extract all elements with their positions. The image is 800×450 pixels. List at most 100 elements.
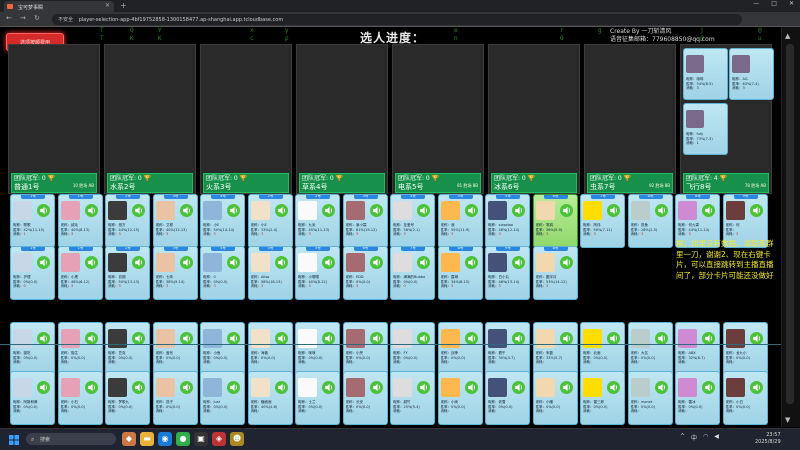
reload-icon[interactable]: ↻ bbox=[34, 14, 40, 22]
team-slot[interactable] bbox=[392, 44, 484, 194]
player-card[interactable]: 昵称：Just 胜率：0%(0-0) 消耗： bbox=[200, 371, 245, 425]
maximize-icon[interactable]: □ bbox=[771, 0, 777, 7]
player-card[interactable]: 7号 昵称：满满的Bubbo 胜率：0%(0-0) 消耗：0 bbox=[390, 246, 435, 300]
player-card[interactable]: 昵称：小雨 胜率：0%(0-0) 消耗： bbox=[437, 371, 483, 425]
speaker-icon[interactable] bbox=[749, 204, 763, 217]
player-card[interactable]: 7号 昵称：阿伟 胜率：50%(7-11) 消耗：3 bbox=[580, 194, 625, 248]
speaker-icon[interactable] bbox=[559, 256, 573, 269]
player-card[interactable]: 1号 昵称：护理 胜率：0%(0-0) 消耗：0 bbox=[10, 246, 55, 300]
speaker-icon[interactable] bbox=[274, 256, 288, 269]
player-card[interactable]: 3号 昵称：七砖 胜率：38%(9-14) 消耗：3 bbox=[152, 246, 198, 300]
url-field[interactable]: 不安全 player-selection-app-4bf19752858-130… bbox=[52, 14, 742, 25]
player-card[interactable]: 昵称：猫生 胜率：0%(0-0) 消耗： bbox=[57, 322, 103, 376]
speaker-icon[interactable] bbox=[417, 204, 430, 217]
player-card[interactable]: 昵称：盖布 胜率：0%(0-0) 消耗： bbox=[152, 322, 198, 376]
app-icon[interactable]: ◆ bbox=[122, 432, 136, 446]
app-icon[interactable]: ▣ bbox=[194, 432, 208, 446]
speaker-icon[interactable] bbox=[607, 204, 620, 217]
player-card[interactable]: 6号 昵称：笔鸦 胜率：36%(5-9) 消耗：3 bbox=[532, 194, 578, 248]
minimize-icon[interactable]: — bbox=[753, 0, 759, 7]
speaker-icon[interactable] bbox=[132, 204, 145, 217]
app-icon[interactable]: ☻ bbox=[230, 432, 244, 446]
speaker-icon[interactable] bbox=[654, 381, 668, 394]
player-card[interactable]: 5号 昵称：Alisa 胜率：58%(18-13) 消耗：3 bbox=[247, 246, 293, 300]
player-card[interactable]: 6号 昵称：EDD 胜率：0%(0-0) 消耗：3 bbox=[342, 246, 388, 300]
player-card[interactable]: 1号 昵称：小黑 胜率：46%(6-12) 消耗：3 bbox=[57, 246, 103, 300]
wechat-icon[interactable]: ● bbox=[176, 432, 190, 446]
speaker-icon[interactable] bbox=[274, 381, 288, 394]
browser-tab[interactable]: 宝可梦事瞬 ✕ bbox=[4, 1, 114, 12]
player-card[interactable]: 昵称：越竹 胜率：25%(5-4) 消耗： bbox=[390, 371, 435, 425]
speaker-icon[interactable] bbox=[369, 381, 383, 394]
speaker-icon[interactable] bbox=[84, 204, 98, 217]
app-icon[interactable]: ◈ bbox=[212, 432, 226, 446]
speaker-icon[interactable] bbox=[274, 204, 288, 217]
player-card[interactable]: 2号 昵称：悠方 胜率：44%(12-15) 消耗：3 bbox=[105, 194, 150, 248]
speaker-icon[interactable] bbox=[179, 381, 193, 394]
speaker-icon[interactable] bbox=[37, 381, 50, 394]
player-card[interactable]: 8号 昵称：孤鱼 胜率：28%(2-5) 消耗：3 bbox=[627, 194, 673, 248]
speaker-icon[interactable] bbox=[179, 256, 193, 269]
player-card[interactable]: 8号 昵称：圆半月 胜率：53%(14-12) 消耗：3 bbox=[532, 246, 578, 300]
speaker-icon[interactable] bbox=[702, 381, 715, 394]
player-card[interactable]: 昵称：阿斯和甫 胜率：0%(0-0) 消耗： bbox=[10, 371, 55, 425]
player-card[interactable]: 昵称：FY 胜率：0%(0-0) 消耗： bbox=[390, 322, 435, 376]
speaker-icon[interactable] bbox=[84, 256, 98, 269]
speaker-icon[interactable] bbox=[559, 381, 573, 394]
speaker-icon[interactable] bbox=[464, 381, 478, 394]
player-card[interactable]: 5号 昵称：小嘤嘤 胜率：40%(8-12) 消耗：3 bbox=[295, 246, 340, 300]
speaker-icon[interactable] bbox=[132, 381, 145, 394]
player-card[interactable]: 4号 昵称：至爱号 胜率：56%(2-1) 消耗：3 bbox=[390, 194, 435, 248]
speaker-icon[interactable] bbox=[512, 256, 525, 269]
speaker-icon[interactable] bbox=[512, 204, 525, 217]
speaker-icon[interactable] bbox=[702, 204, 715, 217]
player-card[interactable]: 昵称：大名 胜率：0%(0-0) 消耗： bbox=[627, 322, 673, 376]
speaker-icon[interactable] bbox=[559, 204, 573, 217]
speaker-icon[interactable] bbox=[37, 204, 50, 217]
player-card[interactable]: 昵称：AG 胜率：63%(7-4) 消耗：3 bbox=[729, 48, 774, 100]
scroll-up-icon[interactable]: ▲ bbox=[785, 32, 790, 40]
player-card[interactable]: 昵称：雷三郎 胜率：0%(0-0) 消耗： bbox=[580, 371, 625, 425]
player-card[interactable]: 昵称：龙九小 胜率：0%(0-0) 消耗： bbox=[722, 322, 768, 376]
speaker-icon[interactable] bbox=[322, 381, 335, 394]
player-card[interactable]: 昵称：战神 胜率：0%(0-0) 消耗： bbox=[437, 322, 483, 376]
player-card[interactable]: 昵称：海兽 胜率：0%(0-0) 消耗： bbox=[247, 322, 293, 376]
speaker-icon[interactable] bbox=[227, 256, 240, 269]
player-card[interactable]: 4号 昵称：0 胜率：0%(0-0) 消耗：3 bbox=[200, 246, 245, 300]
player-card[interactable]: 昵称：北面 胜率：0%(0-0) 消耗： bbox=[580, 322, 625, 376]
taskbar-search[interactable]: 搜索 bbox=[26, 433, 116, 445]
player-card[interactable]: 昵称：糖面面 胜率：40%(4-6) 消耗： bbox=[247, 371, 293, 425]
player-card[interactable]: 昵称：猫吃 胜率：0%(0-0) 消耗： bbox=[10, 322, 55, 376]
player-card[interactable]: 昵称：咖啡 胜率：54%(8-5) 消耗：3 bbox=[683, 48, 728, 100]
close-window-icon[interactable]: ✕ bbox=[789, 0, 794, 7]
speaker-icon[interactable] bbox=[417, 256, 430, 269]
folder-icon[interactable]: ▬ bbox=[140, 432, 154, 446]
speaker-icon[interactable] bbox=[464, 204, 478, 217]
player-card[interactable]: 昵称：小石 胜率：0%(0-0) 消耗： bbox=[57, 371, 103, 425]
windows-start-icon[interactable] bbox=[9, 435, 19, 445]
player-card[interactable]: 昵称：看午 胜率：30%(4-7) 消耗： bbox=[485, 322, 530, 376]
player-card[interactable]: 2号 昵称：小E 胜率：33%(2-4) 消耗：3 bbox=[247, 194, 293, 248]
speaker-icon[interactable] bbox=[607, 381, 620, 394]
player-card[interactable]: 5号 昵称：我 胜率：55%(11-9) 消耗：3 bbox=[437, 194, 483, 248]
player-card[interactable]: 昵称：雷冰 胜率：0%(0-0) 消耗： bbox=[675, 371, 720, 425]
speaker-icon[interactable] bbox=[84, 381, 98, 394]
speaker-icon[interactable] bbox=[512, 381, 525, 394]
player-card[interactable]: 昵称：小白 胜率：0%(0-0) 消耗： bbox=[722, 371, 768, 425]
speaker-icon[interactable] bbox=[417, 381, 430, 394]
chevron-up-icon[interactable]: ^ bbox=[680, 433, 685, 442]
speaker-icon[interactable] bbox=[749, 381, 763, 394]
scrollbar-thumb[interactable] bbox=[786, 44, 794, 404]
new-tab-icon[interactable]: + bbox=[120, 1, 127, 10]
player-card[interactable]: 昵称：宋磊 胜率：33%(5-7) 消耗： bbox=[532, 322, 578, 376]
player-card[interactable]: 2号 昵称：九米 胜率：45%(11-13) 消耗：3 bbox=[295, 194, 340, 248]
speaker-icon[interactable] bbox=[227, 381, 240, 394]
player-card[interactable]: 昵称：小鱼 胜率：0%(0-0) 消耗： bbox=[200, 322, 245, 376]
speaker-icon[interactable] bbox=[654, 204, 668, 217]
player-card[interactable]: 昵称：咪咪 胜率：0%(0-0) 消耗： bbox=[295, 322, 340, 376]
player-card[interactable]: 3号 昵称：艾柳 胜率：40%(12-13) 消耗：3 bbox=[152, 194, 198, 248]
team-slot[interactable] bbox=[584, 44, 676, 194]
tab-close-icon[interactable]: ✕ bbox=[105, 2, 110, 9]
player-card[interactable]: 昵称：monet 胜率：0%(0-0) 消耗： bbox=[627, 371, 673, 425]
speaker-icon[interactable] bbox=[322, 204, 335, 217]
